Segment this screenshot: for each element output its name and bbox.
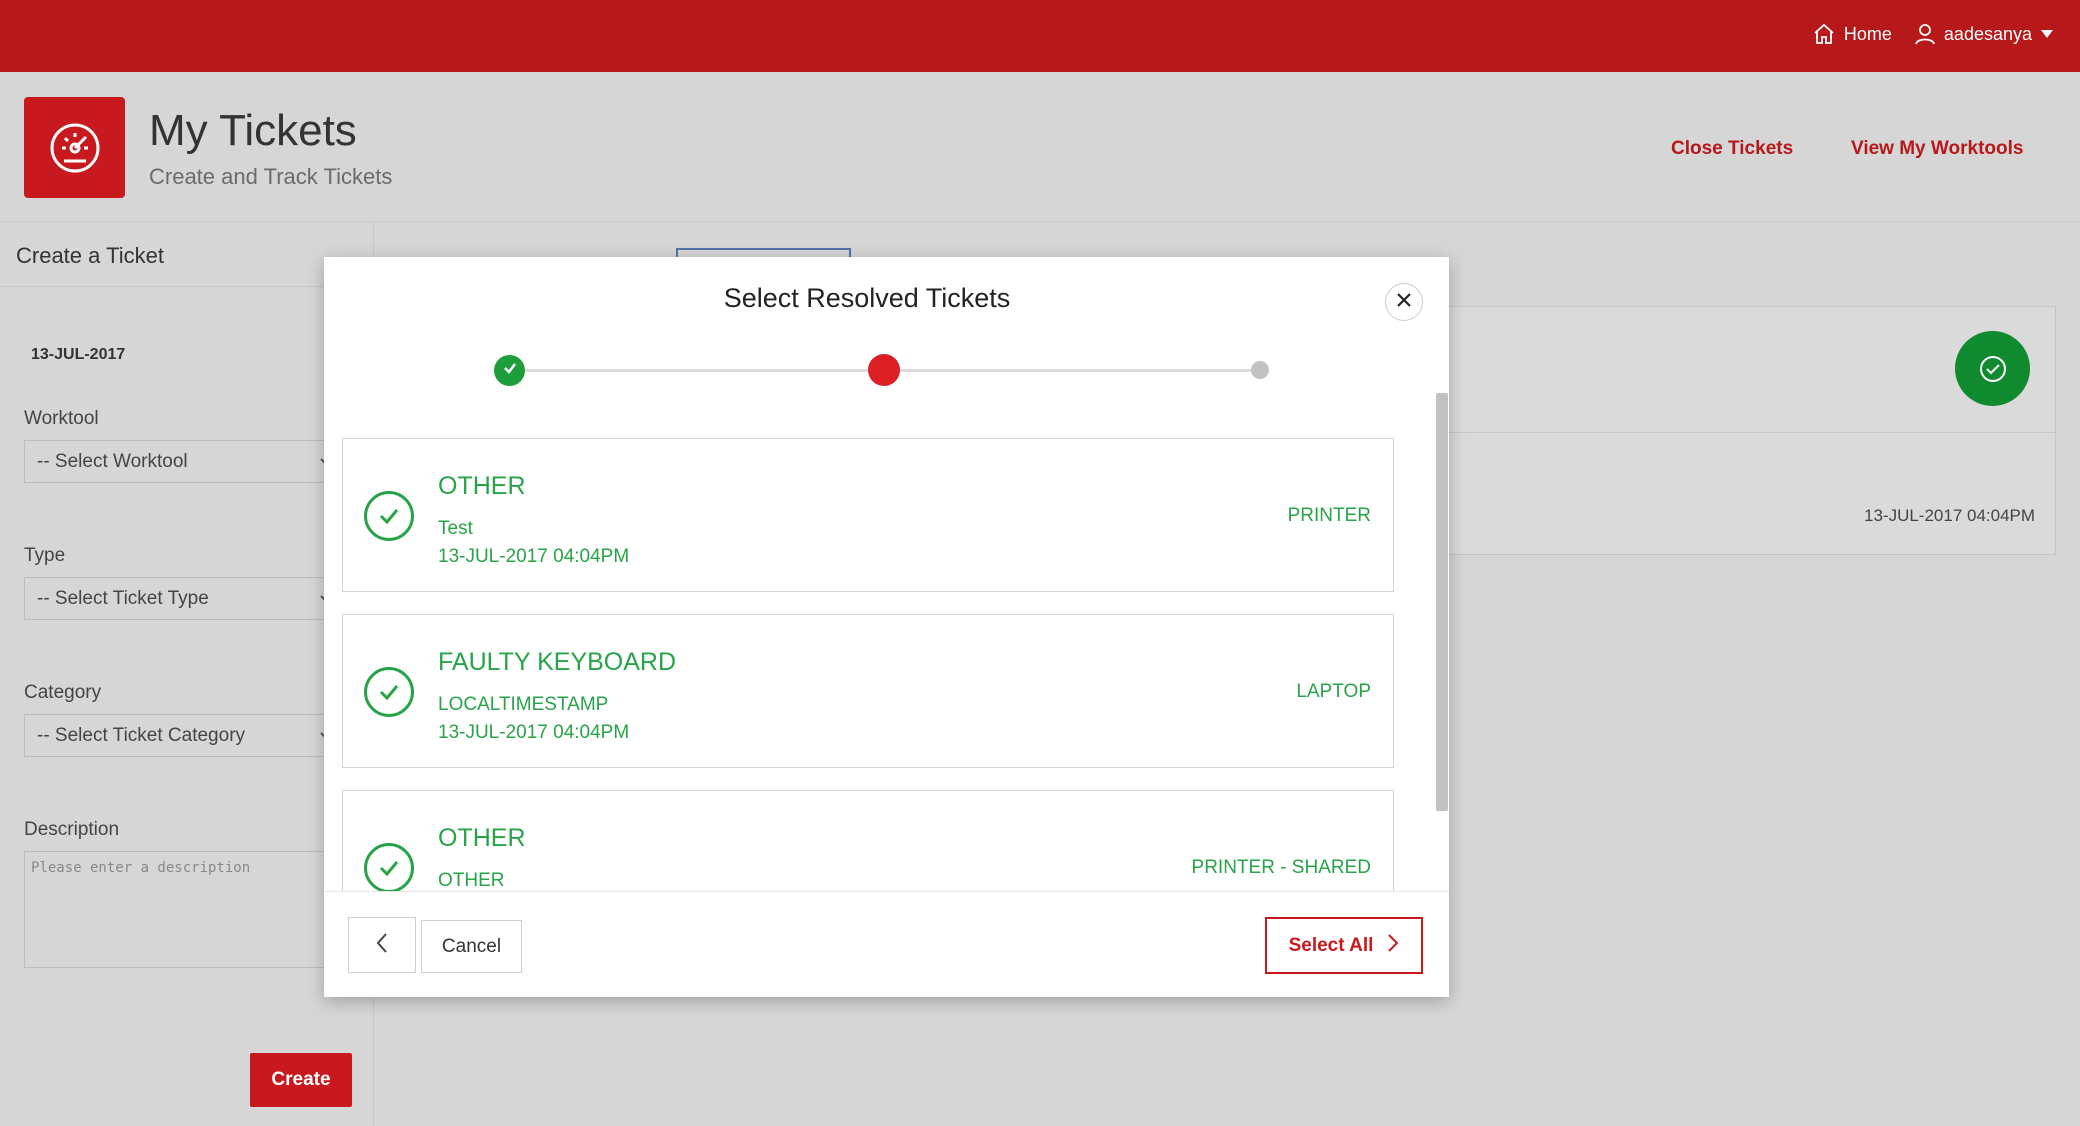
ticket-timestamp: 13-JUL-2017 04:04PM [438,722,630,743]
category-value: -- Select Ticket Category [37,725,246,746]
category-label: Category [24,682,102,703]
description-textarea[interactable]: Please enter a description [24,851,336,968]
page-title: My Tickets [149,106,357,155]
chevron-right-icon [1387,933,1399,959]
check-circle-icon [1955,331,2030,406]
home-label: Home [1843,23,1892,44]
ticket-title: FAULTY KEYBOARD [438,648,677,676]
ticket-timestamp: 13-JUL-2017 04:04PM [438,546,630,567]
worktool-label: Worktool [24,408,99,429]
ticket-date: 13-JUL-2017 [31,346,126,363]
select-all-label: Select All [1288,934,1374,956]
ticket-row[interactable]: OTHER OTHER PRINTER - SHARED [342,790,1394,891]
dialog-title: Select Resolved Tickets [723,283,1011,313]
select-all-button[interactable]: Select All [1265,917,1423,974]
page-subtitle: Create and Track Tickets [149,164,393,189]
worktool-select[interactable]: -- Select Worktool [24,440,336,483]
step-completed [494,355,525,386]
user-menu[interactable]: aadesanya [1914,23,2054,45]
check-circle-icon [364,667,414,717]
ticket-worktool: PRINTER - SHARED [1191,857,1371,878]
type-value: -- Select Ticket Type [37,588,209,609]
check-circle-icon [364,491,414,541]
ticket-description: Test [438,518,473,539]
check-circle-icon [364,843,414,891]
panel-divider [0,286,374,287]
description-label: Description [24,819,120,840]
close-tickets-link[interactable]: Close Tickets [1671,138,1793,160]
ticket-title: OTHER [438,824,526,852]
panel-title: Create a Ticket [16,243,164,268]
ticket-worktool: PRINTER [1287,505,1371,526]
step-pending [1251,361,1269,379]
type-select[interactable]: -- Select Ticket Type [24,577,336,620]
chevron-left-icon [375,932,389,959]
back-button[interactable] [348,917,416,973]
ticket-description: LOCALTIMESTAMP [438,694,609,715]
ticket-row[interactable]: OTHER Test 13-JUL-2017 04:04PM PRINTER [342,438,1394,592]
background-card-divider [1448,432,2056,433]
worktool-value: -- Select Worktool [37,451,188,472]
create-ticket-panel: Create a Ticket 13-JUL-2017 Worktool -- … [0,223,374,1126]
caret-down-icon [2040,29,2054,39]
scrollbar-thumb[interactable] [1436,393,1448,811]
view-worktools-link[interactable]: View My Worktools [1851,138,2023,160]
type-label: Type [24,545,66,566]
ticket-description: OTHER [438,870,505,891]
page-header: My Tickets Create and Track Tickets Clos… [0,72,2080,222]
check-icon [502,360,518,381]
ticket-worktool: LAPTOP [1296,681,1371,702]
home-icon [1812,22,1836,46]
cancel-button[interactable]: Cancel [421,920,522,973]
category-select[interactable]: -- Select Ticket Category [24,714,336,757]
create-button[interactable]: Create [250,1053,352,1107]
select-resolved-dialog: Select Resolved Tickets OTHER Test 13-JU… [324,257,1449,997]
step-current [868,354,900,386]
dashboard-icon [24,97,125,198]
close-icon [1396,292,1412,313]
ticket-list: OTHER Test 13-JUL-2017 04:04PM PRINTER F… [342,438,1394,891]
user-name: aadesanya [1943,23,2032,44]
top-nav: Home aadesanya [1812,22,2054,46]
close-button[interactable] [1385,283,1423,321]
background-ticket-date: 13-JUL-2017 04:04PM [1864,506,2036,525]
user-icon [1914,23,1936,45]
home-link[interactable]: Home [1812,22,1892,46]
ticket-row[interactable]: FAULTY KEYBOARD LOCALTIMESTAMP 13-JUL-20… [342,614,1394,768]
dialog-footer-divider [324,891,1449,892]
top-bar: Home aadesanya [0,0,2080,72]
ticket-title: OTHER [438,472,526,500]
